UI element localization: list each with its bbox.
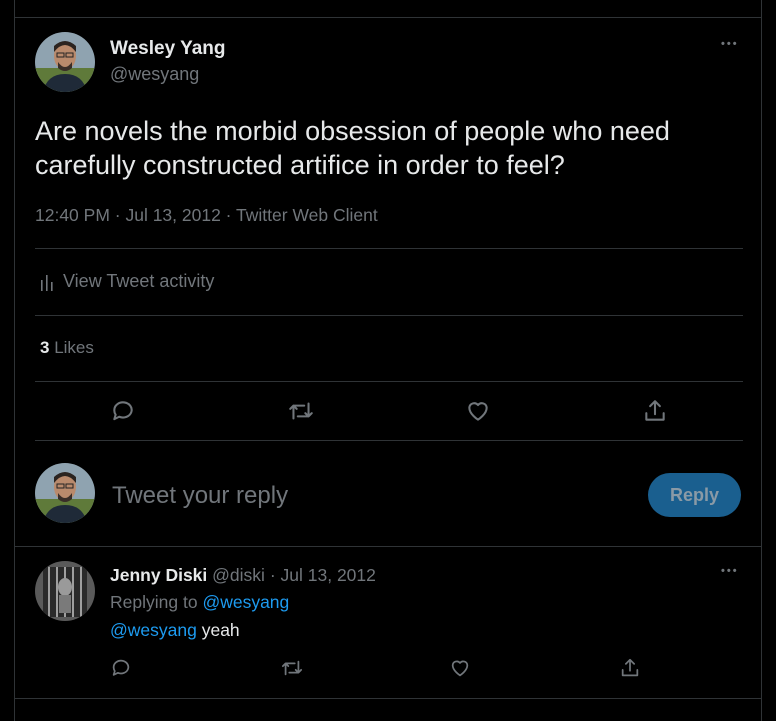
divider xyxy=(35,248,743,249)
reply-more-options-icon[interactable]: ••• xyxy=(721,565,739,577)
reply-input[interactable]: Tweet your reply xyxy=(112,482,632,510)
like-icon[interactable] xyxy=(463,396,493,426)
likes-link[interactable]: 3 Likes xyxy=(40,338,94,358)
author-name[interactable]: Wesley Yang xyxy=(110,38,225,60)
replying-to-line: Replying to @wesyang xyxy=(110,592,289,613)
divider xyxy=(15,546,761,547)
tweet-column: Wesley Yang @wesyang ••• Are novels the … xyxy=(14,0,762,721)
separator: · xyxy=(269,565,276,585)
reply-icon[interactable] xyxy=(108,396,138,426)
divider xyxy=(35,315,743,316)
reply-author-handle[interactable]: @diski xyxy=(212,565,265,585)
replying-to-link[interactable]: @wesyang xyxy=(202,592,289,612)
likes-label: Likes xyxy=(54,338,94,357)
current-user-avatar[interactable] xyxy=(35,463,95,523)
activity-icon xyxy=(41,274,53,291)
author-handle[interactable]: @wesyang xyxy=(110,64,199,85)
divider xyxy=(15,698,761,699)
reply-author-avatar[interactable] xyxy=(35,561,95,621)
reply-reply-icon[interactable] xyxy=(109,656,133,680)
divider xyxy=(35,440,743,441)
likes-count: 3 xyxy=(40,338,50,357)
view-activity-link[interactable]: View Tweet activity xyxy=(39,271,214,292)
more-options-icon[interactable]: ••• xyxy=(721,38,739,50)
top-divider xyxy=(15,17,761,18)
reply-button[interactable]: Reply xyxy=(648,473,741,517)
reply-share-icon[interactable] xyxy=(618,656,642,680)
activity-label: View Tweet activity xyxy=(63,271,215,291)
reply-date[interactable]: Jul 13, 2012 xyxy=(281,565,376,585)
reply-retweet-icon[interactable] xyxy=(279,656,305,680)
tweet-text: Are novels the morbid obsession of peopl… xyxy=(35,116,670,180)
replying-prefix: Replying to xyxy=(110,592,198,612)
divider xyxy=(35,381,743,382)
reply-like-icon[interactable] xyxy=(448,656,472,680)
share-icon[interactable] xyxy=(640,396,670,426)
reply-text: yeah xyxy=(201,620,240,640)
reply-author-name[interactable]: Jenny Diski xyxy=(110,565,207,585)
tweet-timestamp[interactable]: 12:40 PM · Jul 13, 2012 · Twitter Web Cl… xyxy=(35,205,378,226)
reply-mention-link[interactable]: @wesyang xyxy=(110,620,197,640)
reply-text-line: @wesyang yeah xyxy=(110,620,240,641)
reply-header: Jenny Diski @diski · Jul 13, 2012 xyxy=(110,565,376,586)
retweet-icon[interactable] xyxy=(286,396,316,426)
author-avatar[interactable] xyxy=(35,32,95,92)
